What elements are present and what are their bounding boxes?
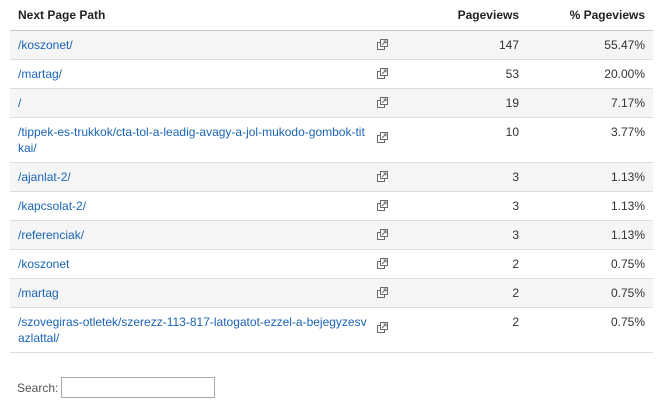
- pages-table-panel: Next Page Path Pageviews % Pageviews /ko…: [10, 0, 653, 353]
- column-header-pageviews[interactable]: Pageviews: [388, 0, 523, 31]
- path-link[interactable]: /martag: [18, 285, 370, 301]
- path-link[interactable]: /ajanlat-2/: [18, 169, 370, 185]
- external-link-icon[interactable]: [377, 322, 388, 333]
- table-row: /szovegiras-otletek/szerezz-113-817-lato…: [10, 307, 653, 353]
- path-cell: /koszonet/: [10, 30, 388, 60]
- pct-pageviews-cell: 0.75%: [523, 278, 653, 308]
- pct-pageviews-cell: 0.75%: [523, 249, 653, 279]
- path-link[interactable]: /koszonet: [18, 256, 370, 272]
- external-link-icon[interactable]: [377, 200, 388, 211]
- pct-pageviews-cell: 3.77%: [523, 117, 653, 163]
- table-row: /ajanlat-2/ 3 1.13%: [10, 162, 653, 192]
- search-label: Search:: [17, 380, 59, 395]
- path-link[interactable]: /szovegiras-otletek/szerezz-113-817-lato…: [18, 314, 370, 346]
- path-link[interactable]: /referenciak/: [18, 227, 370, 243]
- search-bar: Search:: [17, 377, 216, 398]
- pageviews-cell: 2: [388, 307, 523, 353]
- path-link[interactable]: /tippek-es-trukkok/cta-tol-a-leadig-avag…: [18, 124, 370, 156]
- external-link-icon[interactable]: [377, 258, 388, 269]
- table-row: /martag/ 53 20.00%: [10, 59, 653, 89]
- pageviews-cell: 19: [388, 88, 523, 118]
- path-cell: /tippek-es-trukkok/cta-tol-a-leadig-avag…: [10, 117, 388, 163]
- pct-pageviews-cell: 20.00%: [523, 59, 653, 89]
- next-page-path-table: Next Page Path Pageviews % Pageviews /ko…: [10, 0, 653, 353]
- column-header-next-page-path[interactable]: Next Page Path: [10, 0, 388, 31]
- external-link-icon[interactable]: [377, 171, 388, 182]
- path-link[interactable]: /koszonet/: [18, 37, 370, 53]
- path-cell: /koszonet: [10, 249, 388, 279]
- path-cell: /szovegiras-otletek/szerezz-113-817-lato…: [10, 307, 388, 353]
- pageviews-cell: 3: [388, 191, 523, 221]
- pageviews-cell: 3: [388, 162, 523, 192]
- path-link[interactable]: /: [18, 95, 370, 111]
- table-row: /martag 2 0.75%: [10, 278, 653, 308]
- table-row: /referenciak/ 3 1.13%: [10, 220, 653, 250]
- table-row: /koszonet 2 0.75%: [10, 249, 653, 279]
- pct-pageviews-cell: 0.75%: [523, 307, 653, 353]
- column-header-pct-pageviews[interactable]: % Pageviews: [523, 0, 653, 31]
- path-cell: /referenciak/: [10, 220, 388, 250]
- path-cell: /martag/: [10, 59, 388, 89]
- pageviews-cell: 2: [388, 278, 523, 308]
- external-link-icon[interactable]: [377, 132, 388, 143]
- pageviews-cell: 53: [388, 59, 523, 89]
- path-link[interactable]: /kapcsolat-2/: [18, 198, 370, 214]
- pct-pageviews-cell: 55.47%: [523, 30, 653, 60]
- external-link-icon[interactable]: [377, 287, 388, 298]
- external-link-icon[interactable]: [377, 229, 388, 240]
- path-cell: /ajanlat-2/: [10, 162, 388, 192]
- table-row: / 19 7.17%: [10, 88, 653, 118]
- pageviews-cell: 147: [388, 30, 523, 60]
- pct-pageviews-cell: 1.13%: [523, 191, 653, 221]
- external-link-icon[interactable]: [377, 97, 388, 108]
- pct-pageviews-cell: 1.13%: [523, 162, 653, 192]
- pageviews-cell: 10: [388, 117, 523, 163]
- table-row: /kapcsolat-2/ 3 1.13%: [10, 191, 653, 221]
- pageviews-cell: 2: [388, 249, 523, 279]
- external-link-icon[interactable]: [377, 39, 388, 50]
- path-cell: /: [10, 88, 388, 118]
- table-header-row: Next Page Path Pageviews % Pageviews: [10, 0, 653, 31]
- pageviews-cell: 3: [388, 220, 523, 250]
- path-link[interactable]: /martag/: [18, 66, 370, 82]
- pct-pageviews-cell: 7.17%: [523, 88, 653, 118]
- pct-pageviews-cell: 1.13%: [523, 220, 653, 250]
- table-row: /tippek-es-trukkok/cta-tol-a-leadig-avag…: [10, 117, 653, 163]
- table-row: /koszonet/ 147 55.47%: [10, 30, 653, 60]
- search-input[interactable]: [61, 377, 216, 398]
- path-cell: /kapcsolat-2/: [10, 191, 388, 221]
- external-link-icon[interactable]: [377, 68, 388, 79]
- path-cell: /martag: [10, 278, 388, 308]
